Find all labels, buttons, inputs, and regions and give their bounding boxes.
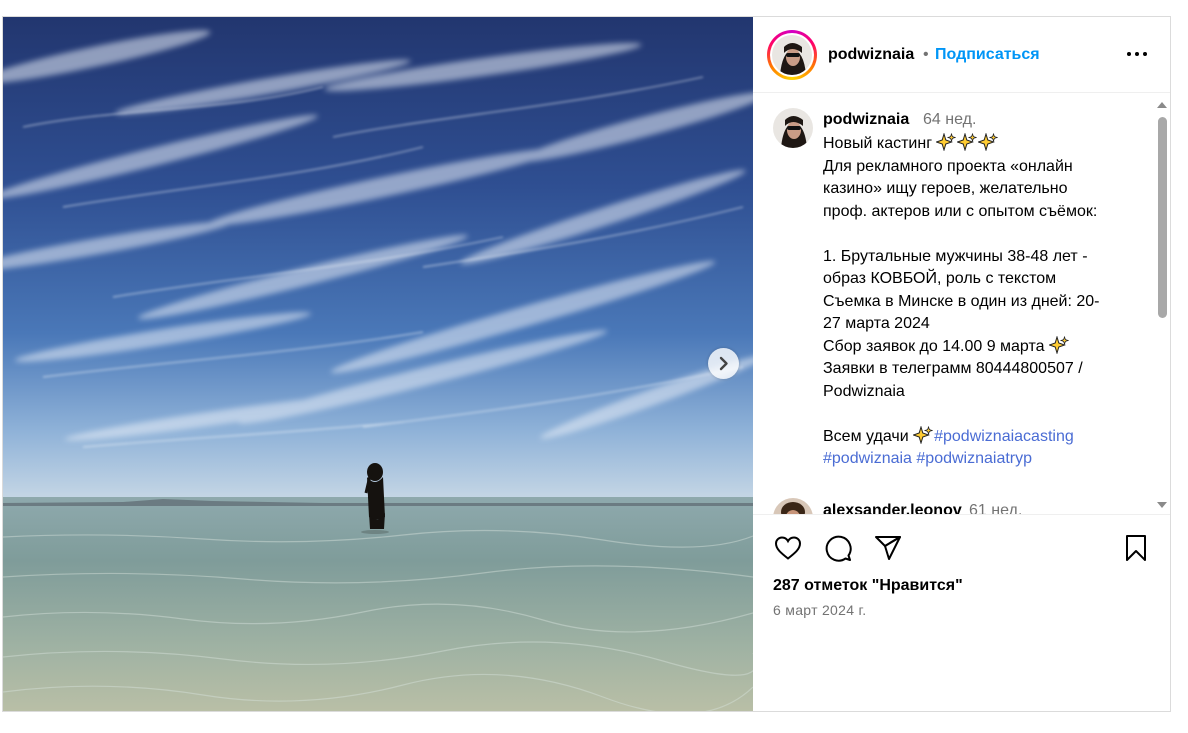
sparkles-icon: [912, 424, 934, 445]
post-date[interactable]: 6 март 2024 г.: [773, 602, 866, 618]
caption-line: Сбор заявок до 14.00 9 марта: [823, 337, 1045, 355]
separator-dot: •: [923, 46, 929, 63]
caption-line: Всем удачи: [823, 427, 909, 445]
sparkles-icon: [1047, 334, 1070, 355]
avatar[interactable]: [773, 498, 813, 514]
more-horizontal-icon: [1127, 52, 1147, 56]
caption-timestamp[interactable]: 64 нед.: [923, 111, 976, 129]
caption-line: Для рекламного проекта «онлайн: [823, 157, 1073, 175]
post-header: podwiznaia • Подписаться: [753, 17, 1170, 93]
caption-username[interactable]: podwiznaia: [823, 111, 909, 129]
scrollbar-thumb[interactable]: [1158, 117, 1167, 318]
caption-line: 27 марта 2024: [823, 315, 930, 332]
caption-line: 1. Брутальные мужчины 38-48 лет -: [823, 247, 1088, 265]
comments-section: podwiznaia 64 нед. Новый кастинг Для рек…: [753, 93, 1170, 515]
likes-count[interactable]: 287 отметок "Нравится": [773, 577, 963, 595]
more-options-button[interactable]: [1123, 44, 1151, 64]
action-bar: [753, 515, 1170, 575]
post-sidebar: podwiznaia • Подписаться podwiznaia 64 н…: [753, 17, 1170, 711]
author-avatar-story-ring[interactable]: [767, 30, 817, 80]
heart-icon: [774, 536, 802, 560]
caption-line: образ КОВБОЙ, роль с текстом: [823, 270, 1057, 287]
caption-line: Новый кастинг: [823, 135, 933, 152]
share-button[interactable]: [873, 533, 903, 563]
beach-photo: [3, 17, 753, 711]
sparkles-icon: [935, 132, 957, 152]
comment-timestamp[interactable]: 61 нед.: [969, 502, 1022, 514]
author-username[interactable]: podwiznaia: [828, 46, 914, 64]
instagram-post: podwiznaia • Подписаться podwiznaia 64 н…: [2, 16, 1171, 712]
caption-text: Новый кастинг Для рекламного проекта «он…: [823, 132, 1133, 471]
post-photo[interactable]: [3, 17, 753, 711]
caption-line: проф. актеров или с опытом съёмок:: [823, 202, 1098, 220]
scroll-up-arrow-icon[interactable]: [1157, 101, 1167, 109]
bookmark-icon: [1126, 535, 1146, 561]
next-photo-button[interactable]: [708, 348, 739, 379]
avatar[interactable]: [773, 108, 813, 148]
hashtag-link[interactable]: #podwiznaia: [823, 450, 912, 467]
caption-line: Съемка в Минске в один из дней: 20-: [823, 292, 1100, 310]
hashtag-link[interactable]: #podwiznaiacasting: [934, 428, 1074, 445]
follow-button[interactable]: Подписаться: [935, 46, 1040, 64]
paper-plane-icon: [875, 536, 901, 560]
sparkles-icon: [956, 132, 978, 152]
sparkles-icon: [977, 132, 999, 152]
chevron-right-icon: [719, 356, 728, 371]
avatar: [772, 35, 812, 75]
caption-line: Podwiznaia: [823, 382, 905, 400]
scroll-down-arrow-icon[interactable]: [1157, 501, 1167, 509]
hashtag-link[interactable]: #podwiznaiatryp: [916, 450, 1032, 467]
comment-button[interactable]: [823, 533, 853, 563]
caption-line: Заявки в телеграмм 80444800507 /: [823, 360, 1083, 377]
comment-bubble-icon: [825, 535, 852, 562]
save-button[interactable]: [1121, 533, 1151, 563]
caption-line: казино» ищу героев, желательно: [823, 180, 1068, 197]
comment-username[interactable]: alexsander.leonov: [823, 502, 962, 514]
like-button[interactable]: [773, 533, 803, 563]
